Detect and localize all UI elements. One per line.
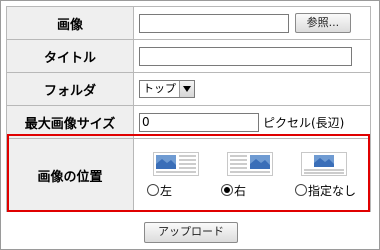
image-label: 画像: [6, 6, 134, 40]
position-option-right: 右: [221, 151, 273, 199]
browse-button[interactable]: 参照...: [294, 13, 351, 33]
position-left-radio[interactable]: [147, 184, 159, 196]
max-size-unit: ピクセル(長辺): [263, 115, 345, 130]
row-image: 画像 参照...: [6, 6, 371, 40]
image-position-label: 画像の位置: [6, 138, 134, 212]
position-none-label: 指定なし: [308, 183, 357, 198]
row-image-position: 画像の位置 左 右 指定なし: [6, 138, 371, 212]
position-options: 左 右 指定なし: [139, 151, 370, 199]
title-input[interactable]: [139, 46, 352, 66]
image-upload-form: 画像 参照... タイトル フォルダ トップ 最大画像サイズ 0 ピクセル(長辺)…: [6, 6, 371, 212]
folder-select-value: トップ: [143, 82, 176, 95]
position-option-left: 左: [147, 151, 199, 199]
max-size-label: 最大画像サイズ: [6, 105, 134, 139]
folder-label: フォルダ: [6, 72, 134, 106]
image-left-icon: [153, 151, 199, 176]
radio-selected-dot: [224, 187, 230, 193]
row-folder: フォルダ トップ: [6, 72, 371, 106]
image-file-input[interactable]: [139, 13, 289, 33]
image-right-icon: [227, 151, 273, 176]
position-right-radio[interactable]: [221, 184, 233, 196]
position-left-label: 左: [160, 183, 173, 198]
chevron-down-icon: [179, 81, 194, 97]
title-label: タイトル: [6, 39, 134, 73]
row-title: タイトル: [6, 39, 371, 73]
row-max-size: 最大画像サイズ 0 ピクセル(長辺): [6, 105, 371, 139]
folder-select[interactable]: トップ: [139, 80, 195, 98]
position-right-label: 右: [234, 183, 247, 198]
max-size-input[interactable]: 0: [139, 112, 259, 132]
position-none-radio[interactable]: [295, 184, 307, 196]
upload-button[interactable]: アップロード: [144, 222, 238, 243]
image-none-icon: [301, 151, 347, 176]
position-option-none: 指定なし: [295, 151, 357, 199]
